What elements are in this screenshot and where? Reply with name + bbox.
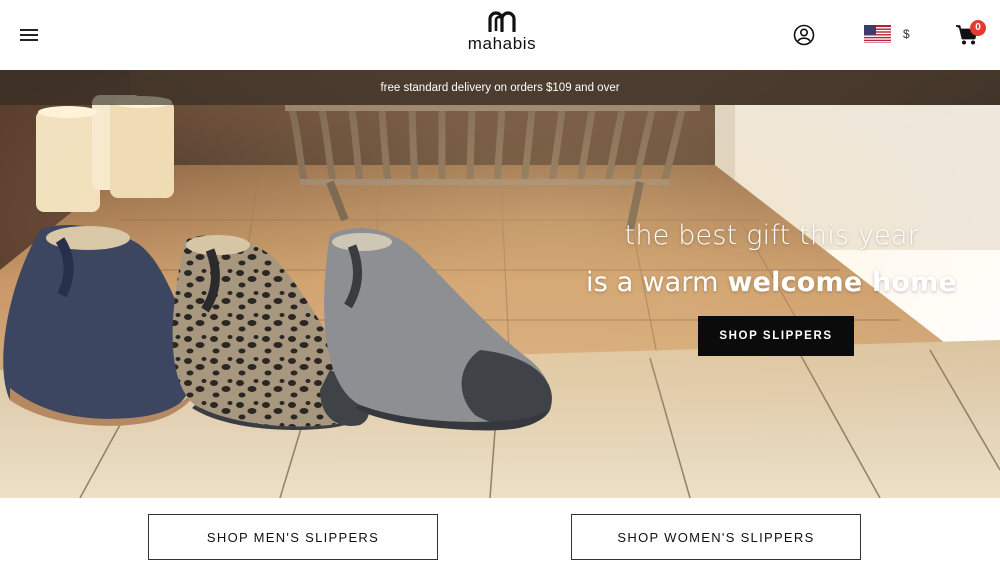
brand-logo[interactable]: mahabis — [450, 10, 554, 60]
brand-name: mahabis — [467, 34, 537, 53]
user-circle-icon[interactable] — [793, 24, 815, 46]
headline-line-2: is a warm welcome home — [586, 267, 957, 298]
hamburger-menu-icon[interactable] — [20, 29, 38, 41]
cart-count-badge: 0 — [970, 20, 986, 36]
shop-mens-slippers-button[interactable]: SHOP MEN'S SLIPPERS — [148, 514, 438, 560]
headline-line-2-bold: welcome home — [727, 267, 957, 298]
currency-selector[interactable]: $ — [903, 27, 910, 41]
headline-line-1: the best gift this year — [624, 220, 919, 251]
hero-banner[interactable]: free standard delivery on orders $109 an… — [0, 70, 1000, 498]
promo-banner: free standard delivery on orders $109 an… — [0, 70, 1000, 105]
headline-line-2-light: is a warm — [586, 267, 728, 298]
site-header: mahabis $ 0 — [0, 0, 1000, 70]
mahabis-logo-mark-icon — [488, 11, 516, 32]
hero-headline: the best gift this year is a warm welcom… — [586, 220, 957, 298]
us-flag-icon[interactable] — [864, 25, 891, 43]
shop-womens-slippers-button[interactable]: SHOP WOMEN'S SLIPPERS — [571, 514, 861, 560]
shop-slippers-button[interactable]: SHOP SLIPPERS — [698, 316, 854, 356]
